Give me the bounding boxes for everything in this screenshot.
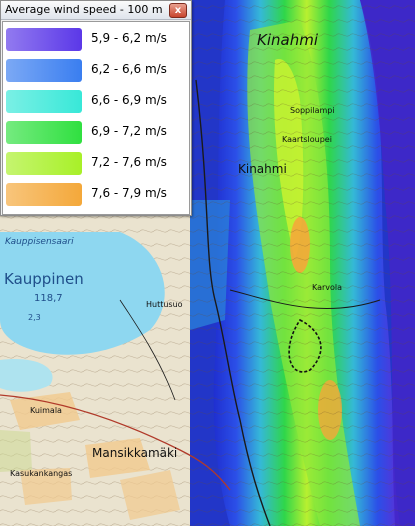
label-soppilampi: Soppilampi <box>290 106 335 115</box>
legend-item-label: 6,2 - 6,6 m/s <box>91 62 167 76</box>
legend-title: Average wind speed - 100 m <box>5 3 163 16</box>
legend-swatch <box>6 121 82 144</box>
legend-item: 6,6 - 6,9 m/s <box>3 87 189 116</box>
close-button[interactable]: x <box>169 3 187 18</box>
label-huttusuo: Huttusuo <box>146 300 183 309</box>
legend-item-label: 7,6 - 7,9 m/s <box>91 186 167 200</box>
legend-swatch <box>6 152 82 175</box>
legend-window[interactable]: Average wind speed - 100 m x 5,9 - 6,2 m… <box>0 0 192 216</box>
label-elevation-23: 2,3 <box>28 313 41 322</box>
label-kinahmi-hill: Kinahmi <box>257 31 319 49</box>
label-kuimala: Kuimala <box>30 406 62 415</box>
label-kauppinen: Kauppinen <box>4 270 84 288</box>
legend-item: 7,2 - 7,6 m/s <box>3 149 189 178</box>
legend-swatch <box>6 59 82 82</box>
legend-item: 6,9 - 7,2 m/s <box>3 118 189 147</box>
legend-list: 5,9 - 6,2 m/s 6,2 - 6,6 m/s 6,6 - 6,9 m/s 6… <box>2 21 190 215</box>
legend-item: 5,9 - 6,2 m/s <box>3 25 189 54</box>
legend-item: 6,2 - 6,6 m/s <box>3 56 189 85</box>
legend-swatch <box>6 183 82 206</box>
label-kaartsloupei: Kaartsloupei <box>282 135 332 144</box>
label-karvola: Karvola <box>312 283 342 292</box>
label-kauppisensaari: Kauppisensaari <box>5 237 74 247</box>
label-mansikkamaki: Mansikkamäki <box>92 446 177 460</box>
label-kinahmi-village: Kinahmi <box>238 162 287 176</box>
label-elevation-1187: 118,7 <box>34 293 63 304</box>
label-kasukankangas: Kasukankangas <box>10 469 72 478</box>
legend-titlebar[interactable]: Average wind speed - 100 m x <box>1 1 191 20</box>
legend-swatch <box>6 90 82 113</box>
legend-item: 7,6 - 7,9 m/s <box>3 180 189 209</box>
legend-item-label: 5,9 - 6,2 m/s <box>91 31 167 45</box>
legend-item-label: 6,9 - 7,2 m/s <box>91 124 167 138</box>
legend-item-label: 6,6 - 6,9 m/s <box>91 93 167 107</box>
legend-swatch <box>6 28 82 51</box>
legend-item-label: 7,2 - 7,6 m/s <box>91 155 167 169</box>
